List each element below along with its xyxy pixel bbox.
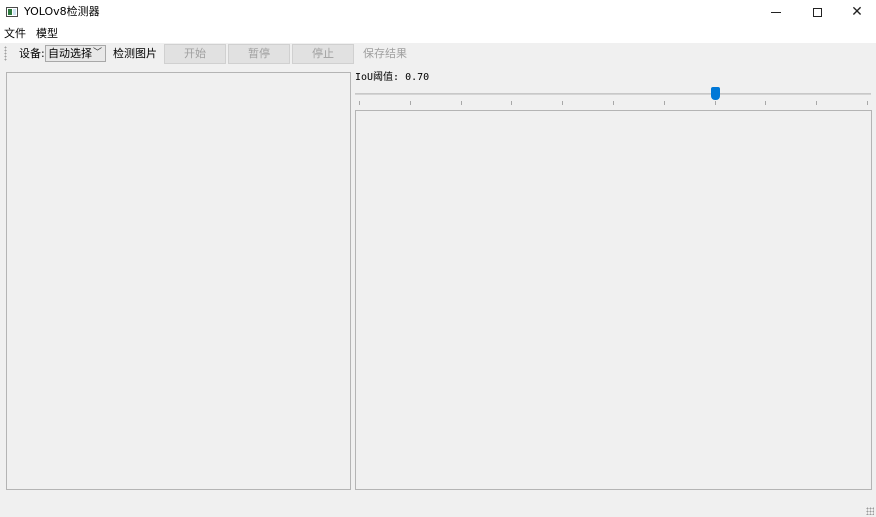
menu-model[interactable]: 模型: [36, 27, 58, 40]
app-icon: [6, 7, 18, 17]
close-button[interactable]: ✕: [837, 0, 876, 24]
source-image-panel: [6, 72, 351, 490]
minimize-icon: [771, 11, 781, 13]
slider-tick: [409, 101, 411, 105]
slider-tick: [765, 101, 767, 105]
device-select[interactable]: 自动选择 ﹀: [45, 45, 106, 62]
slider-groove: [355, 93, 871, 95]
slider-tick: [359, 101, 360, 105]
chevron-down-icon: ﹀: [92, 48, 102, 58]
slider-tick: [460, 101, 462, 105]
device-label: 设备:: [19, 47, 45, 60]
device-select-value: 自动选择: [48, 47, 92, 60]
iou-threshold-slider[interactable]: [355, 85, 871, 107]
save-results-button[interactable]: 保存结果: [363, 47, 407, 60]
menu-bar: 文件 模型: [0, 24, 876, 43]
menu-file[interactable]: 文件: [4, 27, 26, 40]
title-bar[interactable]: YOLOv8检测器 ✕: [0, 0, 876, 24]
slider-tick: [867, 101, 868, 105]
toolbar-grip-handle[interactable]: [4, 46, 7, 61]
slider-tick: [613, 101, 614, 105]
main-window: YOLOv8检测器 ✕ 文件 模型 设备: 自动选择 ﹀ 检测图片 开始 暂停 …: [0, 0, 876, 517]
minimize-button[interactable]: [756, 0, 796, 24]
toolbar: 设备: 自动选择 ﹀ 检测图片 开始 暂停 停止 保存结果: [0, 43, 876, 64]
maximize-icon: [812, 7, 822, 17]
start-button[interactable]: 开始: [164, 44, 226, 64]
slider-handle[interactable]: [710, 87, 720, 100]
pause-button[interactable]: 暂停: [228, 44, 290, 64]
maximize-button[interactable]: [797, 0, 837, 24]
slider-tick: [511, 101, 513, 105]
close-icon: ✕: [851, 4, 863, 20]
result-image-panel: [355, 110, 872, 490]
slider-tick: [562, 101, 564, 105]
iou-threshold-label: IoU阈值: 0.70: [355, 72, 430, 83]
slider-tick: [663, 101, 665, 105]
slider-tick: [816, 101, 818, 105]
window-title: YOLOv8检测器: [24, 5, 100, 18]
resize-grip-handle[interactable]: [866, 507, 874, 515]
slider-tick: [714, 101, 716, 105]
stop-button[interactable]: 停止: [292, 44, 354, 64]
detect-image-button[interactable]: 检测图片: [113, 47, 157, 60]
